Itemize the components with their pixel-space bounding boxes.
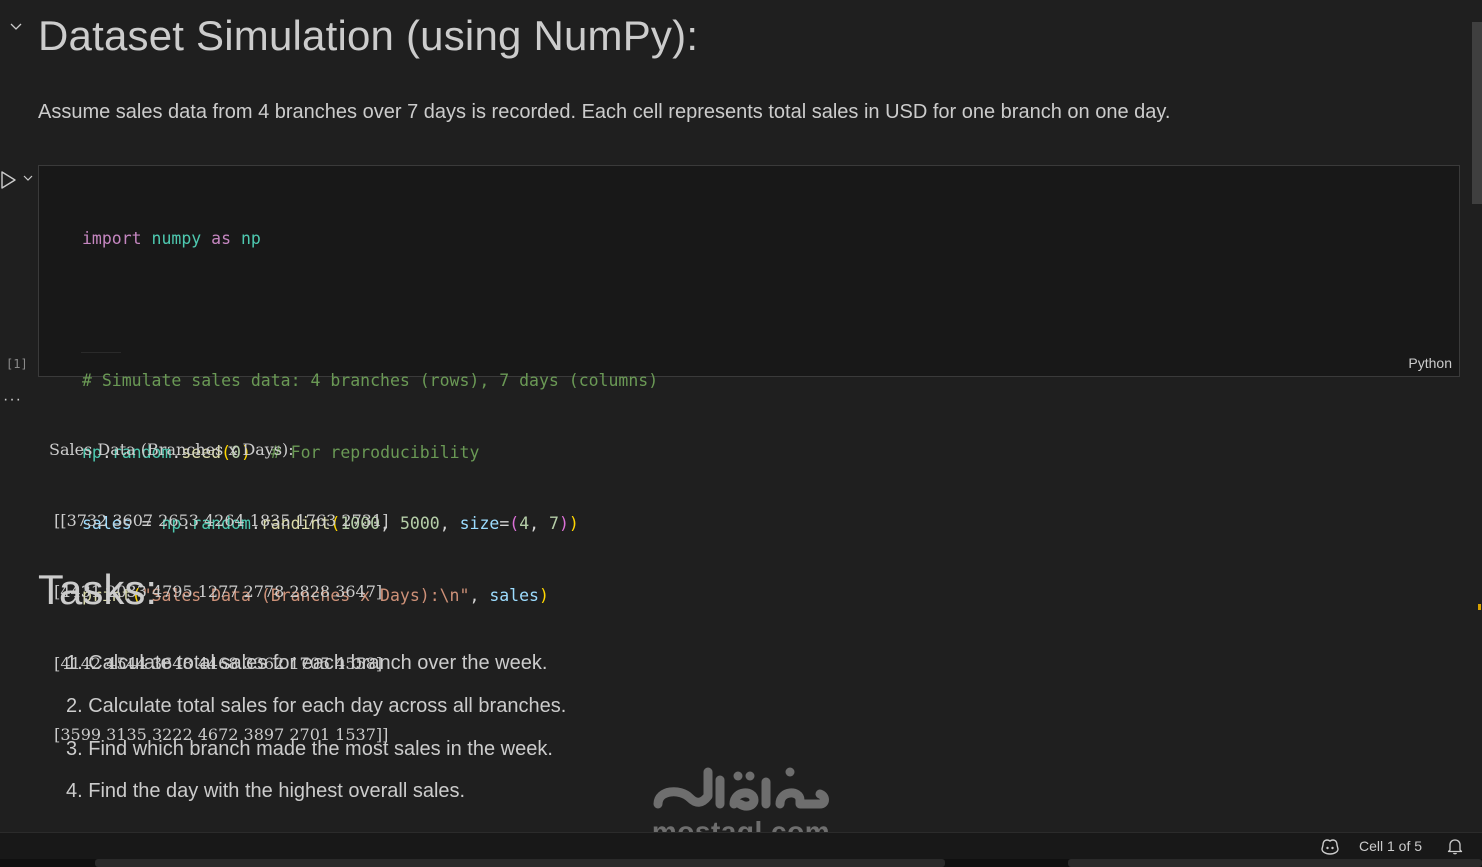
number-token: 7 xyxy=(549,514,559,534)
watermark-domain: mostaql.com xyxy=(651,816,831,832)
list-item: 1. Calculate total sales for each branch… xyxy=(66,652,548,674)
mostaql-logo-icon xyxy=(653,767,829,811)
vertical-scrollbar[interactable] xyxy=(1468,0,1482,832)
taskbar-segment xyxy=(95,859,945,867)
output-line: [[3732 3607 2653 4264 1835 1763 2731] xyxy=(49,510,389,530)
comment-token: # Simulate sales data: 4 branches (rows)… xyxy=(82,371,659,391)
scrollbar-thumb[interactable] xyxy=(1472,22,1482,204)
variable-token: sales xyxy=(489,585,539,605)
ellipsis-icon[interactable]: ··· xyxy=(3,391,22,409)
bell-icon[interactable] xyxy=(1446,837,1464,855)
run-cell-icon[interactable] xyxy=(0,170,18,190)
run-options-chevron-icon[interactable] xyxy=(21,171,35,185)
scroll-marker xyxy=(1478,604,1481,610)
number-token: 5000 xyxy=(399,514,440,534)
cell-position-indicator[interactable]: Cell 1 of 5 xyxy=(1359,838,1422,854)
list-item: 2. Calculate total sales for each day ac… xyxy=(66,694,567,717)
list-item: 3. Find which branch made the most sales… xyxy=(66,737,553,760)
code-line-1: import numpy as np xyxy=(82,227,658,251)
module-token: np xyxy=(240,228,261,248)
copilot-icon[interactable] xyxy=(1320,837,1340,855)
list-item: 4. Find the day with the highest overall… xyxy=(66,780,466,803)
markdown-paragraph-assumption: Assume sales data from 4 branches over 7… xyxy=(38,101,1171,123)
editor-line-divider xyxy=(81,352,121,353)
chevron-down-icon[interactable] xyxy=(8,18,24,34)
keyword-token: import xyxy=(82,228,142,248)
notebook-editor: Dataset Simulation (using NumPy): Assume… xyxy=(0,0,1482,832)
markdown-heading-tasks: Tasks: xyxy=(38,566,158,613)
kernel-language-label[interactable]: Python xyxy=(1408,355,1452,371)
module-token: numpy xyxy=(151,228,202,248)
keyword-arg-token: size xyxy=(459,514,500,534)
execution-count: [1] xyxy=(6,357,28,371)
keyword-token: as xyxy=(211,228,232,248)
markdown-heading-dataset: Dataset Simulation (using NumPy): xyxy=(38,12,699,59)
status-bar: Cell 1 of 5 xyxy=(0,832,1482,859)
code-cell[interactable]: import numpy as np # Simulate sales data… xyxy=(38,165,1460,605)
output-line: Sales Data (Branches x Days): xyxy=(49,439,294,459)
taskbar-segment xyxy=(1068,859,1482,867)
number-token: 4 xyxy=(519,514,530,534)
task-list: 1. Calculate total sales for each branch… xyxy=(66,652,566,823)
mostaql-watermark: mostaql.com xyxy=(650,760,832,832)
os-taskbar xyxy=(0,859,1482,867)
